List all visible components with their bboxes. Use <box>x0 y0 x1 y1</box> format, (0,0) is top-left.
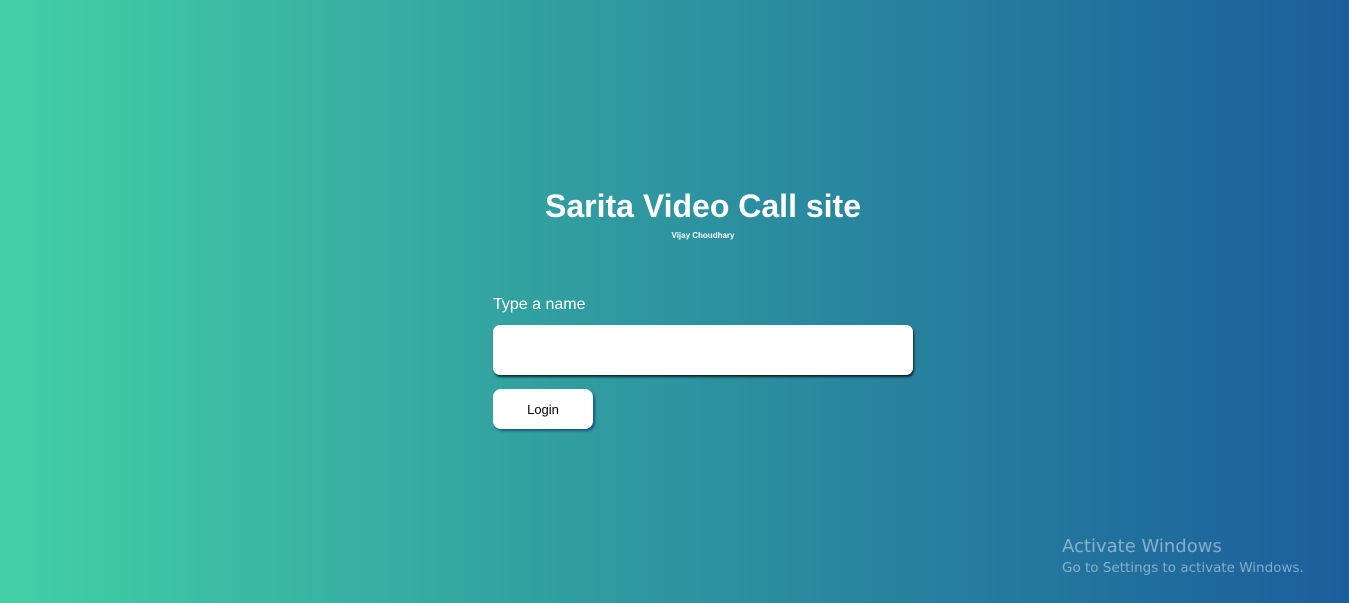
login-form: Type a name Login <box>493 294 913 429</box>
login-button[interactable]: Login <box>493 389 593 429</box>
activate-windows-watermark: Activate Windows Go to Settings to activ… <box>1062 536 1304 578</box>
page-title: Sarita Video Call site <box>545 188 861 224</box>
name-field-label: Type a name <box>493 296 586 313</box>
author-subtitle: Vijay Choudhary <box>671 231 735 240</box>
watermark-message: Go to Settings to activate Windows. <box>1062 560 1304 576</box>
name-input[interactable] <box>493 325 913 375</box>
watermark-title: Activate Windows <box>1062 536 1222 557</box>
